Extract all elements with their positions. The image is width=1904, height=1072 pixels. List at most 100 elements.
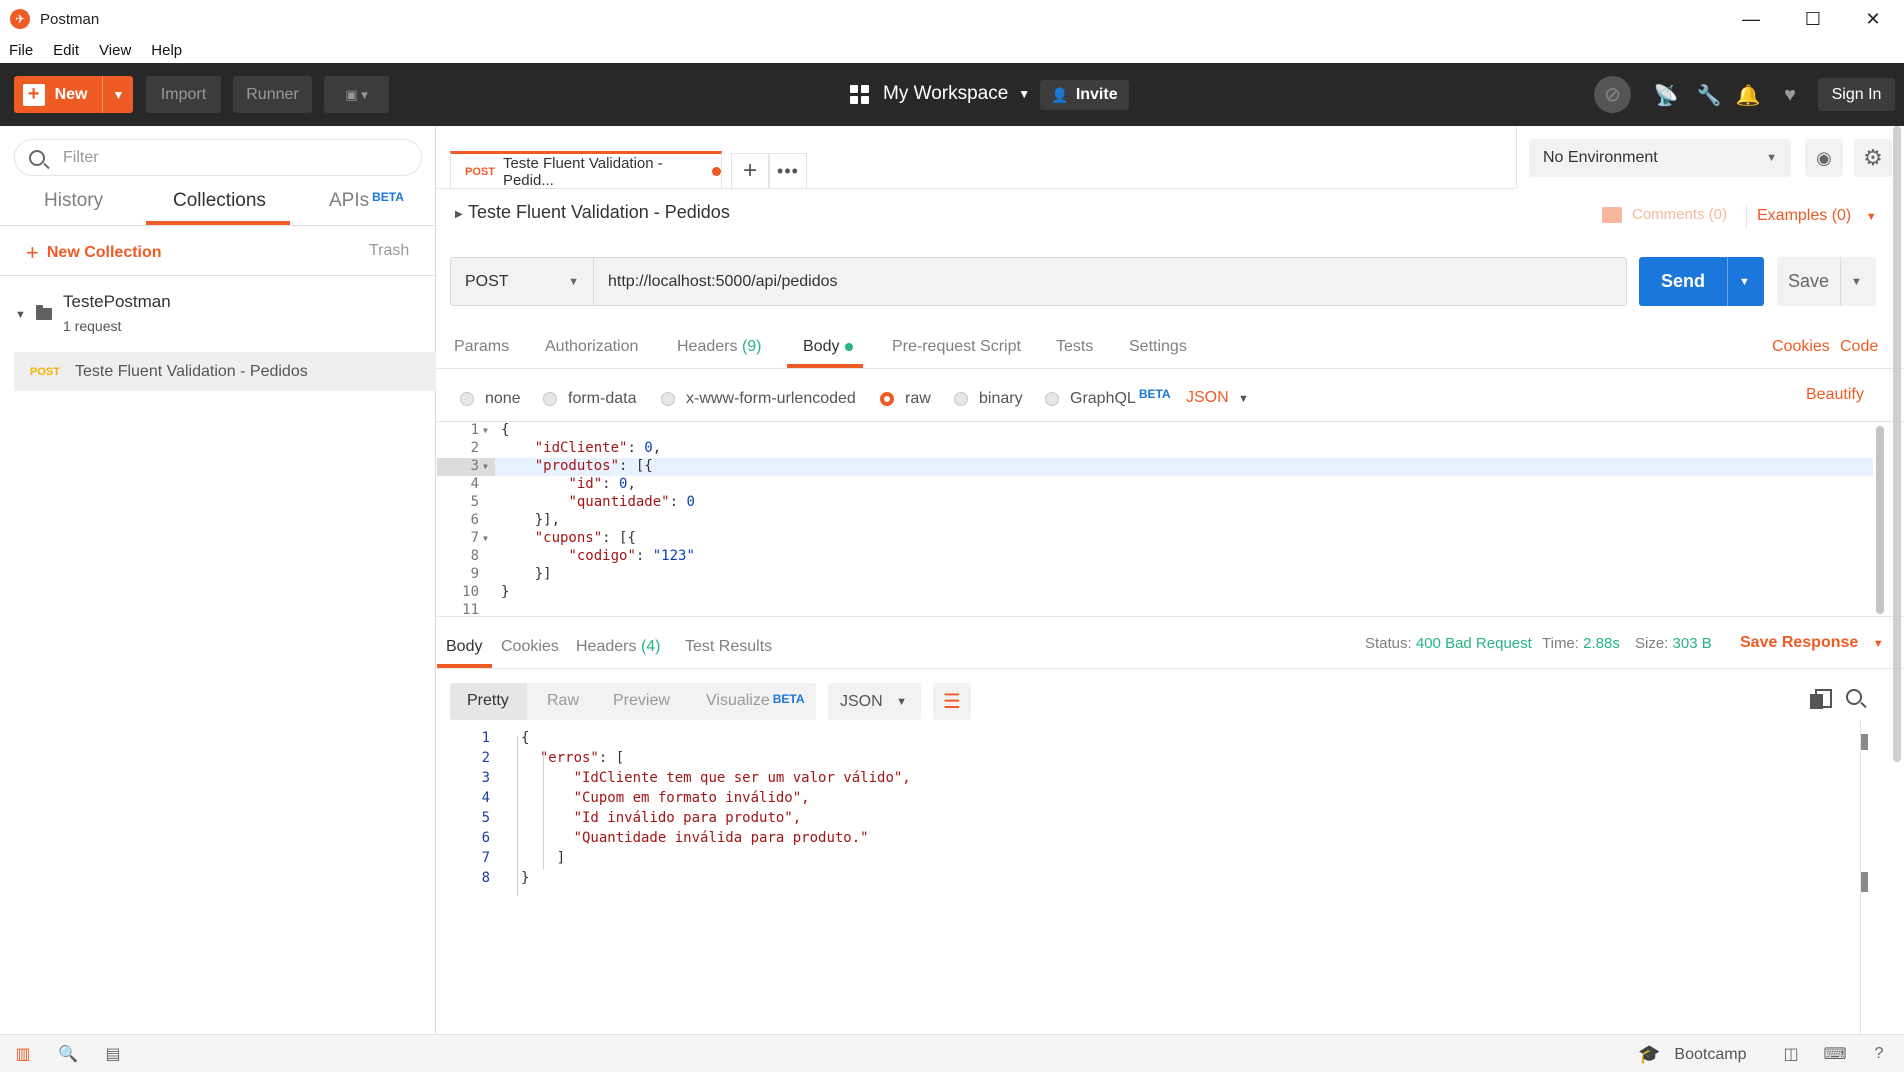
copy-icon[interactable] xyxy=(1810,689,1832,709)
radio-binary[interactable]: binary xyxy=(954,390,1023,408)
response-tab-cookies[interactable]: Cookies xyxy=(501,638,559,656)
new-button[interactable]: + New ▼ xyxy=(14,76,133,113)
code-line: { xyxy=(521,730,530,746)
runner-button[interactable]: Runner xyxy=(233,76,312,113)
response-tab-test-results[interactable]: Test Results xyxy=(685,638,772,656)
menu-edit[interactable]: Edit xyxy=(53,42,79,59)
response-tab-headers[interactable]: Headers (4) xyxy=(576,638,661,656)
tab-params[interactable]: Params xyxy=(454,338,509,356)
sidebar-request-item[interactable]: POST Teste Fluent Validation - Pedidos xyxy=(14,352,436,391)
response-body-viewer[interactable]: 1 { 2 "erros": [ 3 "IdCliente tem que se… xyxy=(437,730,1868,1030)
chevron-down-icon[interactable]: ▼ xyxy=(113,88,125,102)
wrench-icon[interactable]: 🔧 xyxy=(1697,83,1722,107)
view-pretty-button[interactable]: Pretty xyxy=(467,692,509,710)
new-button-label: New xyxy=(54,85,88,103)
invite-button[interactable]: 👤 Invite xyxy=(1040,80,1129,110)
fold-icon[interactable]: ▼ xyxy=(483,534,488,543)
tab-headers[interactable]: Headers (9) xyxy=(677,338,762,356)
gear-icon[interactable]: ⚙ xyxy=(1854,139,1892,177)
radio-urlencoded-label: x-www-form-urlencoded xyxy=(686,390,856,407)
response-format-select[interactable]: JSON ▼ xyxy=(828,683,921,720)
sign-in-button[interactable]: Sign In xyxy=(1818,78,1895,111)
response-tab-body[interactable]: Body xyxy=(446,638,482,656)
editor-scrollbar[interactable] xyxy=(1876,426,1884,614)
trash-link[interactable]: Trash xyxy=(369,242,409,260)
fold-icon[interactable]: ▼ xyxy=(483,426,488,435)
tab-history[interactable]: History xyxy=(44,190,103,226)
body-format-select[interactable]: JSON xyxy=(1186,389,1229,407)
import-button[interactable]: Import xyxy=(146,76,221,113)
maximize-icon[interactable]: ☐ xyxy=(1784,0,1842,38)
send-button[interactable]: Send ▼ xyxy=(1639,257,1764,306)
workspace-selector[interactable]: My Workspace ▼ xyxy=(850,83,1030,105)
tab-tests[interactable]: Tests xyxy=(1056,338,1093,356)
url-input[interactable]: http://localhost:5000/api/pedidos xyxy=(594,257,1627,306)
tab-settings[interactable]: Settings xyxy=(1129,338,1187,356)
method-select[interactable]: POST ▼ xyxy=(450,257,594,306)
help-icon[interactable]: ? xyxy=(1869,1045,1889,1063)
menu-file[interactable]: File xyxy=(9,42,33,59)
beautify-link[interactable]: Beautify xyxy=(1806,386,1864,404)
fold-icon[interactable]: ▼ xyxy=(483,462,488,471)
tab-apis[interactable]: APIs BETA xyxy=(329,190,404,226)
cookies-link[interactable]: Cookies xyxy=(1772,338,1830,356)
tab-body[interactable]: Body xyxy=(803,338,854,356)
request-method-badge: POST xyxy=(30,365,60,378)
examples-dropdown[interactable]: Examples (0) ▼ xyxy=(1757,207,1877,225)
keyboard-icon[interactable]: ⌨ xyxy=(1823,1045,1846,1063)
menu-help[interactable]: Help xyxy=(151,42,182,59)
add-user-icon: 👤 xyxy=(1051,86,1069,103)
sidebar-toggle-icon[interactable]: ▥ xyxy=(13,1045,33,1063)
tab-authorization[interactable]: Authorization xyxy=(545,338,638,356)
menu-view[interactable]: View xyxy=(99,42,131,59)
new-tab-button[interactable]: + xyxy=(731,153,769,189)
chevron-down-icon[interactable]: ▼ xyxy=(15,309,26,321)
heart-icon[interactable]: ♥ xyxy=(1778,83,1802,107)
radio-form-data[interactable]: form-data xyxy=(543,390,636,408)
send-divider xyxy=(1727,257,1728,306)
status-bar: ▥ 🔍 ▤ 🎓 Bootcamp ◫ ⌨ ? xyxy=(0,1034,1904,1072)
save-button[interactable]: Save ▼ xyxy=(1777,257,1876,306)
request-body-editor[interactable]: 1 ▼ { 2 "idCliente": 0, 3 ▼ "produtos": [{… xyxy=(437,421,1904,618)
code-link[interactable]: Code xyxy=(1840,338,1878,356)
two-pane-icon[interactable]: ◫ xyxy=(1781,1045,1801,1063)
minimize-icon[interactable]: — xyxy=(1722,0,1780,38)
environment-select[interactable]: No Environment ▼ xyxy=(1529,139,1791,177)
more-icon[interactable]: ••• xyxy=(769,153,807,189)
request-tab[interactable]: POST Teste Fluent Validation - Pedid... xyxy=(450,151,722,189)
save-response-button[interactable]: Save Response ▼ xyxy=(1740,634,1884,652)
filter-placeholder: Filter xyxy=(63,148,99,166)
find-icon[interactable]: 🔍 xyxy=(58,1045,78,1063)
chevron-right-icon[interactable]: ▶ xyxy=(455,209,463,220)
sync-off-icon[interactable]: ⊘ xyxy=(1594,76,1631,113)
new-window-icon: ▣ xyxy=(345,86,358,102)
indent-guide xyxy=(517,736,518,896)
radio-graphql[interactable]: GraphQL BETA xyxy=(1045,387,1171,408)
chevron-down-icon[interactable]: ▼ xyxy=(1739,276,1750,288)
divider xyxy=(437,368,1904,369)
bell-icon[interactable]: 🔔 xyxy=(1736,83,1761,107)
eye-icon[interactable]: ◉ xyxy=(1805,139,1843,177)
filter-input[interactable]: Filter xyxy=(14,139,422,176)
new-collection-button[interactable]: + New Collection xyxy=(26,240,162,266)
new-window-button[interactable]: ▣ ▾ xyxy=(324,76,389,113)
close-icon[interactable]: ✕ xyxy=(1844,0,1902,38)
view-visualize-button[interactable]: Visualize BETA xyxy=(706,692,805,710)
chevron-down-icon[interactable]: ▼ xyxy=(1851,276,1862,288)
collection-name[interactable]: TestePostman xyxy=(63,292,171,312)
view-raw-button[interactable]: Raw xyxy=(547,692,579,710)
view-preview-button[interactable]: Preview xyxy=(613,692,670,710)
search-icon[interactable] xyxy=(1846,689,1862,705)
tab-pre-request-script[interactable]: Pre-request Script xyxy=(892,338,1021,356)
comments-button[interactable]: Comments (0) xyxy=(1602,206,1727,223)
wrap-lines-icon[interactable]: ☰ xyxy=(933,683,971,720)
main-scrollbar[interactable] xyxy=(1893,126,1901,762)
bootcamp-button[interactable]: 🎓 Bootcamp xyxy=(1638,1044,1746,1065)
request-title[interactable]: Teste Fluent Validation - Pedidos xyxy=(468,202,730,223)
radio-urlencoded[interactable]: x-www-form-urlencoded xyxy=(661,390,856,408)
chevron-down-icon[interactable]: ▼ xyxy=(1238,393,1249,405)
radio-none[interactable]: none xyxy=(460,390,521,408)
radio-raw[interactable]: raw xyxy=(880,390,931,408)
satellite-icon[interactable]: 📡 xyxy=(1654,83,1679,107)
console-icon[interactable]: ▤ xyxy=(103,1045,123,1063)
